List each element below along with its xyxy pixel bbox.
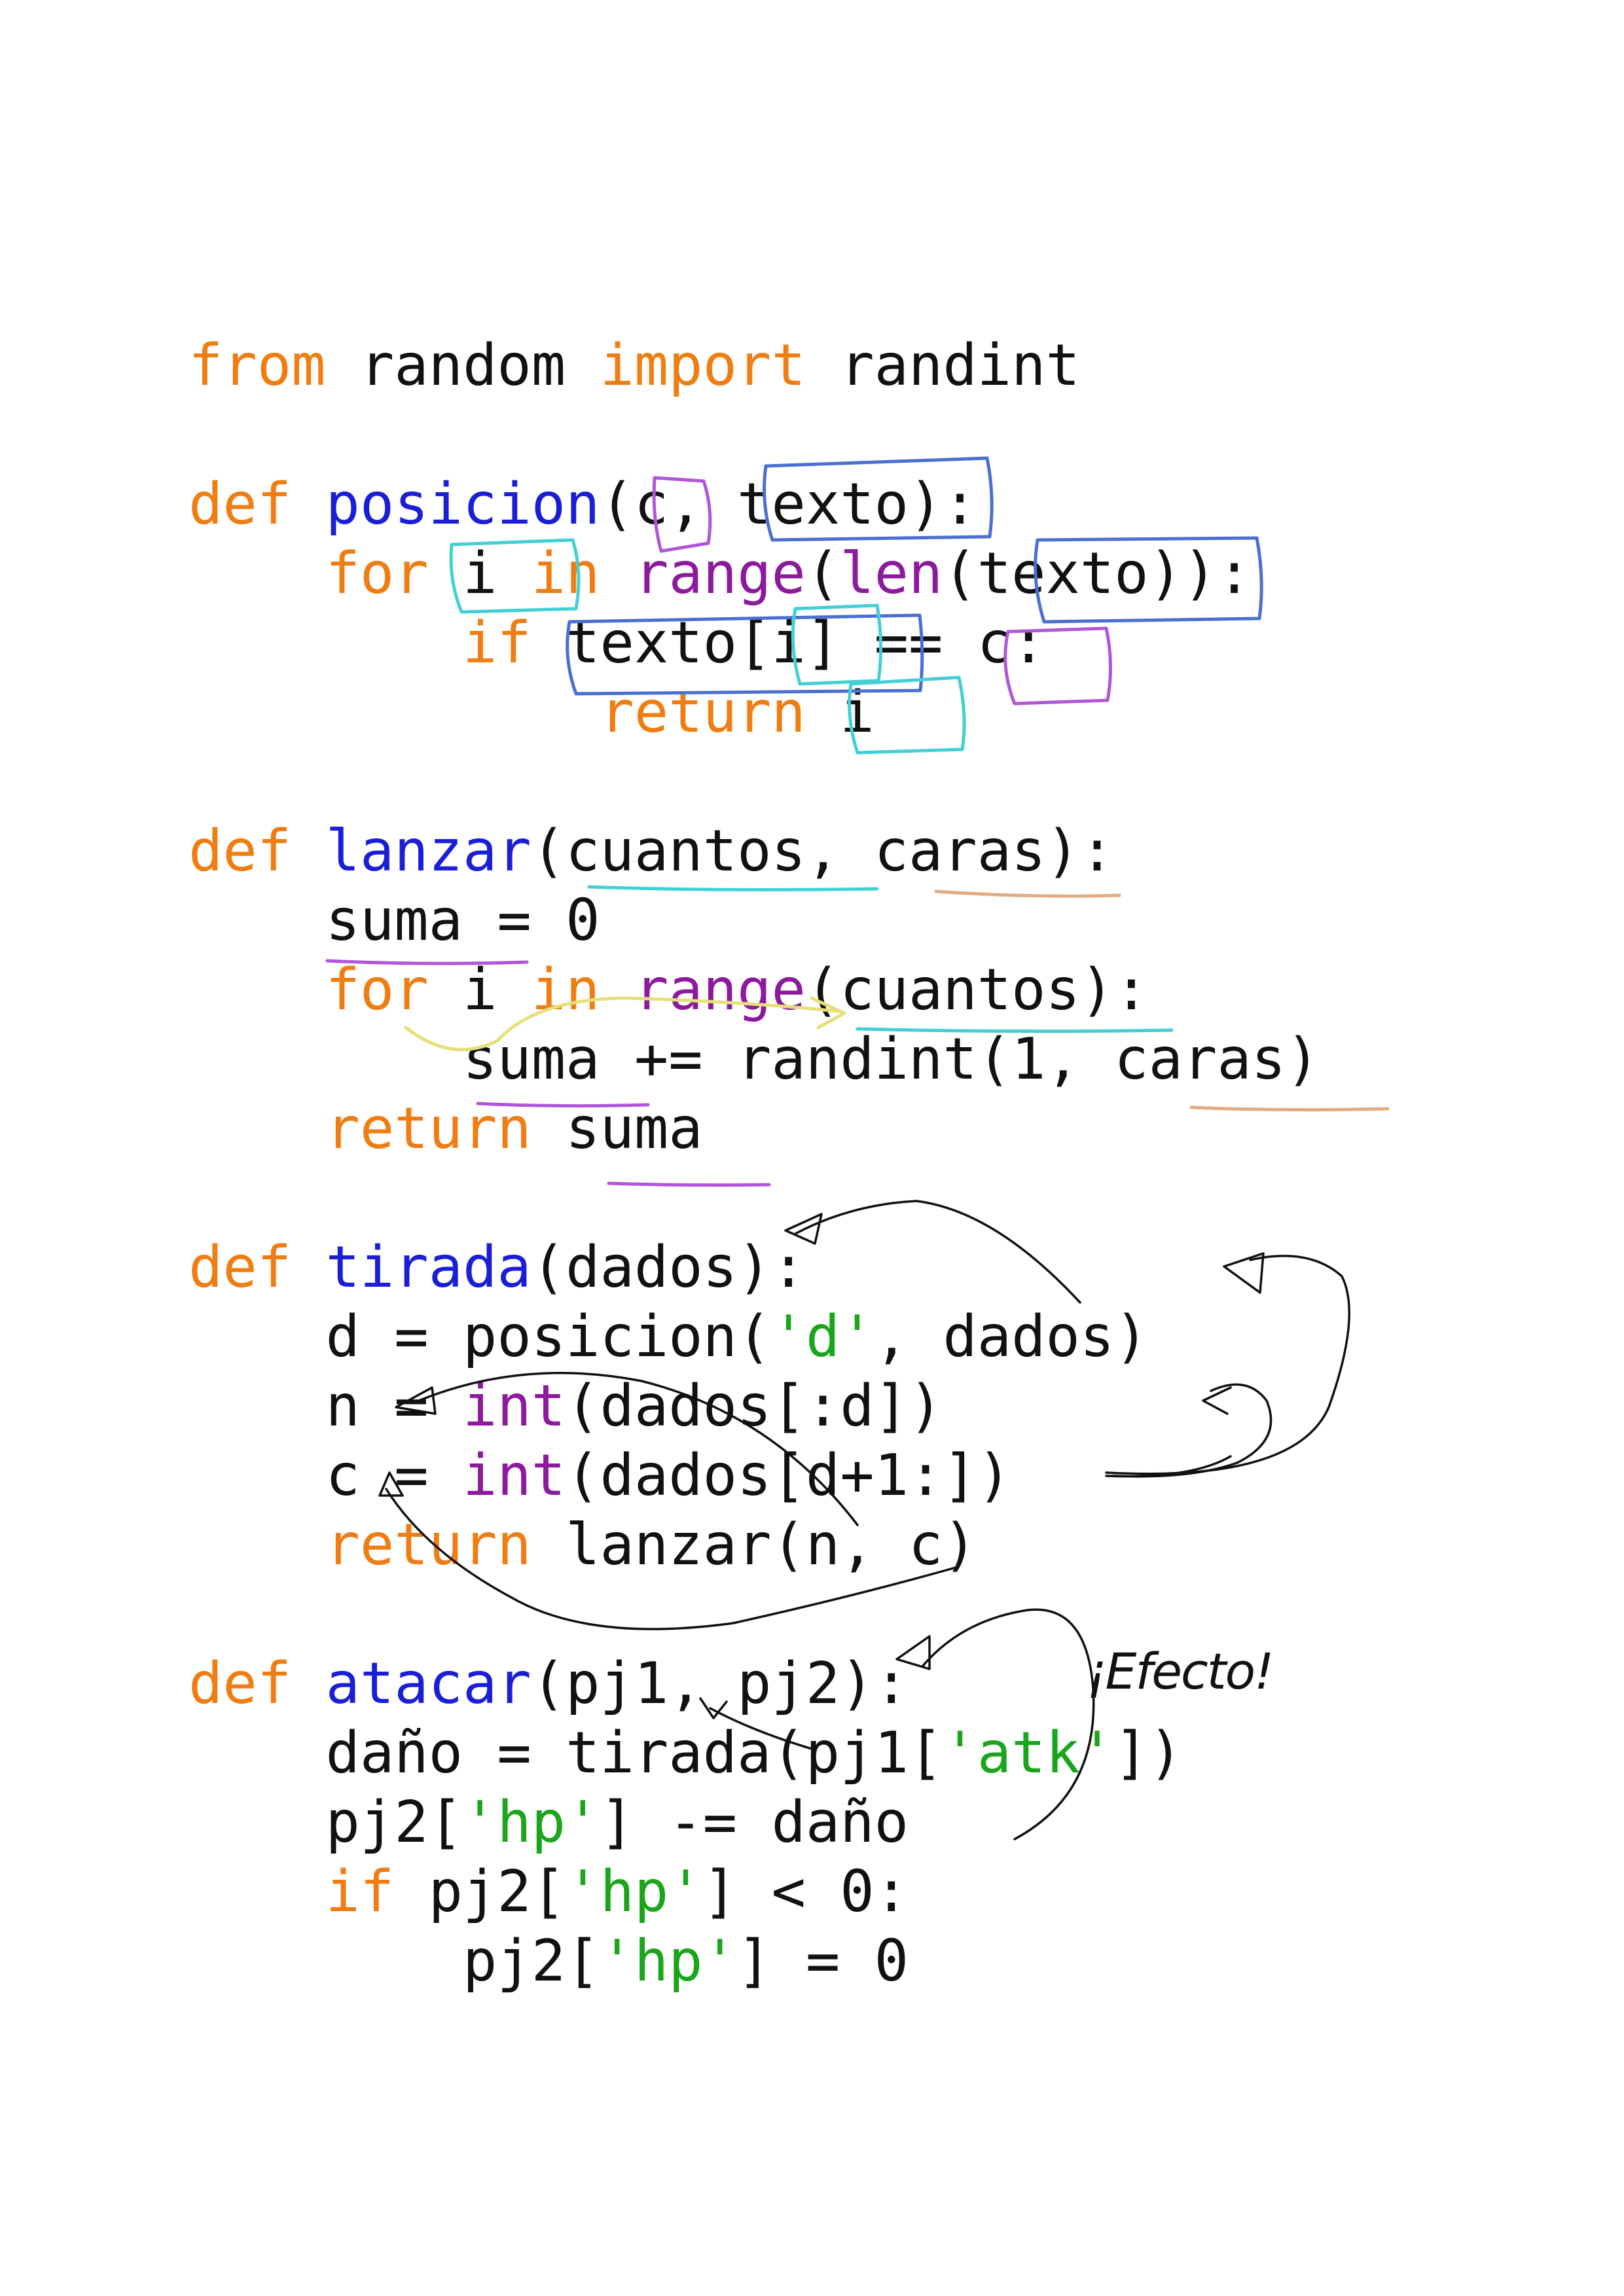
code-text-token: pj2[	[394, 1858, 566, 1925]
string-token: 'atk'	[943, 1719, 1115, 1786]
keyword-token: def	[189, 1650, 326, 1717]
code-text-token: i	[428, 956, 532, 1023]
code-line: for i in range(len(texto)):	[189, 539, 1320, 608]
builtin-token: len	[840, 540, 943, 607]
code-line: return lanzar(n, c)	[189, 1510, 1320, 1579]
function-name-token: posicion	[325, 471, 600, 537]
keyword-token: def	[189, 1234, 326, 1300]
string-token: 'hp'	[566, 1858, 703, 1925]
code-line: pj2['hp'] -= daño	[189, 1787, 1320, 1857]
keyword-token: for	[325, 540, 429, 607]
code-line: def posicion(c, texto):	[189, 469, 1320, 539]
string-token: 'hp'	[600, 1928, 738, 1994]
code-listing: from random import randint def posicion(…	[189, 331, 1320, 1996]
keyword-token: def	[189, 471, 326, 537]
code-text-token: daño = tirada(pj1[	[189, 1719, 943, 1786]
code-text-token: i	[428, 540, 532, 607]
code-text-token: suma	[531, 1095, 703, 1162]
code-text-token: ] = 0	[737, 1928, 909, 1994]
keyword-token: return	[325, 1095, 532, 1162]
code-line: suma = 0	[189, 886, 1320, 955]
code-text-token: (pj1, pj2):	[531, 1650, 909, 1717]
code-text-token: (cuantos):	[805, 956, 1149, 1023]
function-name-token: atacar	[325, 1650, 532, 1717]
code-text-token: (texto)):	[943, 540, 1252, 607]
code-line: return suma	[189, 1094, 1320, 1163]
code-text-token: ])	[1114, 1719, 1183, 1786]
string-token: 'hp'	[463, 1789, 600, 1856]
code-line: def tirada(dados):	[189, 1232, 1320, 1302]
keyword-token: import	[600, 332, 806, 399]
code-text-token: c =	[189, 1442, 463, 1509]
code-text-token: ] < 0:	[702, 1858, 909, 1925]
builtin-token: range	[634, 540, 806, 607]
code-text-token: (	[805, 540, 840, 607]
code-line: if texto[i] == c:	[189, 608, 1320, 677]
code-line: c = int(dados[d+1:])	[189, 1441, 1320, 1510]
code-line: if pj2['hp'] < 0:	[189, 1857, 1320, 1926]
code-line: n = int(dados[:d])	[189, 1371, 1320, 1441]
keyword-token: def	[189, 817, 326, 884]
code-text-token: (dados[:d])	[566, 1372, 943, 1439]
keyword-token: in	[531, 956, 600, 1023]
code-text-token: suma = 0	[189, 887, 600, 954]
keyword-token: return	[325, 1511, 532, 1578]
code-text-token: texto[i] == c:	[531, 609, 1046, 676]
keyword-token: in	[531, 540, 600, 607]
code-text-token: n =	[189, 1372, 463, 1439]
builtin-token: range	[634, 956, 806, 1023]
code-text-token: random	[325, 332, 600, 399]
code-text-token: d = posicion(	[189, 1303, 772, 1370]
code-line: for i in range(cuantos):	[189, 955, 1320, 1024]
function-name-token: lanzar	[325, 817, 532, 884]
keyword-token: for	[325, 956, 429, 1023]
builtin-token: int	[463, 1372, 566, 1439]
code-text-token: randint	[805, 332, 1080, 399]
code-text-token: (dados):	[531, 1234, 806, 1300]
code-text-token: lanzar(n, c)	[531, 1511, 977, 1578]
code-text-token: suma += randint(1, caras)	[189, 1026, 1320, 1092]
code-line: def lanzar(cuantos, caras):	[189, 816, 1320, 886]
code-text-token: (cuantos, caras):	[531, 817, 1115, 884]
keyword-token: if	[463, 609, 532, 676]
keyword-token: return	[600, 679, 806, 745]
keyword-token: if	[325, 1858, 395, 1925]
code-line: daño = tirada(pj1['atk'])	[189, 1718, 1320, 1787]
code-text-token: pj2[	[189, 1789, 463, 1856]
function-name-token: tirada	[325, 1234, 532, 1300]
code-line: d = posicion('d', dados)	[189, 1302, 1320, 1371]
builtin-token: int	[463, 1442, 566, 1509]
code-text-token: i	[805, 679, 875, 745]
code-line: suma += randint(1, caras)	[189, 1024, 1320, 1094]
code-line: def atacar(pj1, pj2):	[189, 1649, 1320, 1718]
code-text-token: (c, texto):	[600, 471, 977, 537]
code-text-token: pj2[	[189, 1928, 600, 1994]
code-line: return i	[189, 677, 1320, 747]
code-text-token: ] -= daño	[600, 1789, 909, 1856]
code-text-token: (dados[d+1:])	[566, 1442, 1012, 1509]
keyword-token: from	[189, 332, 326, 399]
code-line: pj2['hp'] = 0	[189, 1926, 1320, 1996]
code-line: from random import randint	[189, 331, 1320, 400]
code-text-token: , dados)	[874, 1303, 1149, 1370]
string-token: 'd'	[771, 1303, 875, 1370]
